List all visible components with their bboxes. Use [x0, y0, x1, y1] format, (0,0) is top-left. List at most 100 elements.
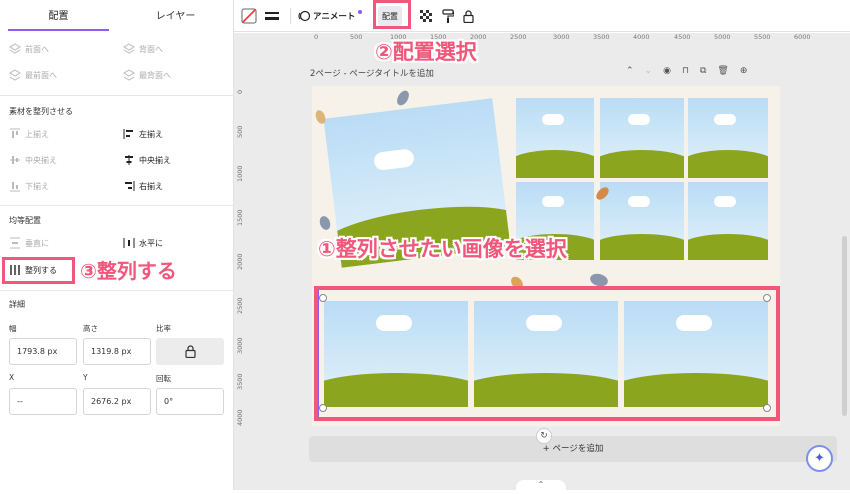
ruler-tick: 3500	[593, 33, 610, 41]
line-weight-icon	[265, 12, 279, 20]
align-top-button[interactable]: 上揃え	[9, 128, 49, 140]
ruler-tick: 3500	[236, 373, 244, 390]
ruler-tick: 500	[350, 33, 363, 41]
align-section-title: 素材を整列させる	[9, 107, 73, 116]
space-vertical-label: 垂直に	[25, 238, 49, 248]
leaf-decoration	[394, 88, 412, 108]
line-style-button[interactable]	[265, 7, 279, 25]
rotation-label: 回転	[156, 374, 171, 383]
leaf-decoration	[317, 214, 333, 232]
arrange-panel: 配置 レイヤー 前面へ 背面へ 最前面へ 最背面へ 素材を整列させる 上揃え 左…	[0, 0, 234, 490]
divider	[0, 95, 234, 96]
ruler-tick: 4000	[633, 33, 650, 41]
align-center-icon	[123, 154, 135, 166]
align-left-button[interactable]: 左揃え	[123, 128, 163, 140]
height-label: 高さ	[83, 324, 98, 333]
y-label: Y	[83, 373, 88, 382]
y-field[interactable]: 2676.2 px	[83, 388, 151, 415]
bring-to-front-button[interactable]: 最前面へ	[9, 69, 57, 81]
spacing-section-title: 均等配置	[9, 216, 41, 225]
space-vertical-button[interactable]: 垂直に	[9, 237, 49, 249]
align-middle-button[interactable]: 中央揃え	[9, 154, 57, 166]
animate-button[interactable]: アニメート	[298, 7, 363, 25]
align-bottom-button[interactable]: 下揃え	[9, 180, 49, 192]
ruler-tick: 0	[236, 89, 244, 94]
animate-icon	[298, 10, 310, 22]
align-left-icon	[123, 128, 135, 140]
notification-dot	[358, 10, 363, 14]
space-horizontal-icon	[123, 237, 135, 249]
add-page-button[interactable]: + ページを追加	[309, 436, 837, 462]
color-none-button[interactable]	[241, 7, 257, 25]
cloud-shape	[714, 114, 736, 125]
send-backward-button[interactable]: 背面へ	[123, 43, 163, 55]
x-field[interactable]: --	[9, 388, 77, 415]
ruler-tick: 5500	[754, 33, 771, 41]
align-right-button[interactable]: 右揃え	[123, 180, 163, 192]
photo-tile[interactable]	[516, 98, 594, 178]
space-horizontal-button[interactable]: 水平に	[123, 237, 163, 249]
add-page-icon[interactable]: ⊕	[740, 66, 748, 76]
magic-sparkle-icon[interactable]: ✦	[806, 445, 833, 472]
lock-icon	[184, 345, 196, 358]
eye-icon[interactable]: ◉	[663, 66, 671, 76]
grass-shape	[600, 150, 684, 178]
ratio-label: 比率	[156, 324, 171, 333]
transparency-icon	[420, 10, 432, 22]
x-label: X	[9, 373, 15, 382]
grass-shape	[516, 150, 594, 178]
arrange-highlight	[373, 0, 411, 29]
ruler-tick: 4500	[674, 33, 691, 41]
backward-icon	[123, 43, 135, 55]
ruler-tick: 1000	[236, 165, 244, 182]
page-title[interactable]: 2ページ - ページタイトルを追加	[310, 67, 434, 79]
paint-roller-button[interactable]	[442, 7, 454, 25]
ruler-tick: 500	[236, 125, 244, 138]
delete-icon[interactable]: 🗑	[717, 66, 728, 76]
rotation-field[interactable]: 0°	[156, 388, 224, 415]
active-tab-indicator	[8, 29, 109, 31]
ruler-tick: 4000	[236, 409, 244, 426]
width-field[interactable]: 1793.8 px	[9, 338, 77, 365]
align-middle-label: 中央揃え	[25, 155, 57, 165]
align-right-icon	[123, 180, 135, 192]
cloud-shape	[542, 196, 564, 207]
cloud-shape	[714, 196, 736, 207]
divider	[0, 290, 234, 291]
space-horizontal-label: 水平に	[139, 238, 163, 248]
bring-forward-button[interactable]: 前面へ	[9, 43, 49, 55]
ruler-tick: 2500	[510, 33, 527, 41]
space-vertical-icon	[9, 237, 21, 249]
cloud-shape	[542, 114, 564, 125]
ruler-tick: 3000	[553, 33, 570, 41]
lock-button[interactable]	[463, 7, 474, 25]
chevron-down-icon[interactable]: ⌄	[645, 66, 653, 76]
ruler-tick: 5000	[714, 33, 731, 41]
photo-tile[interactable]	[600, 98, 684, 178]
transparency-button[interactable]	[420, 7, 432, 25]
divider	[0, 205, 234, 206]
refresh-icon[interactable]: ↻	[536, 428, 552, 444]
ruler-tick: 2000	[236, 253, 244, 270]
duplicate-icon[interactable]: ⧉	[700, 66, 706, 76]
cloud-shape	[628, 114, 650, 125]
grass-shape	[600, 234, 684, 260]
chevron-up-icon[interactable]: ⌃	[626, 66, 634, 76]
bring-forward-label: 前面へ	[25, 44, 49, 54]
photo-tile[interactable]	[600, 182, 684, 260]
vertical-scrollbar[interactable]	[842, 236, 847, 416]
tab-layers[interactable]: レイヤー	[117, 0, 234, 34]
ruler-tick: 6000	[794, 33, 811, 41]
send-to-back-button[interactable]: 最背面へ	[123, 69, 171, 81]
align-center-button[interactable]: 中央揃え	[123, 154, 171, 166]
photo-tile[interactable]	[688, 182, 768, 260]
expand-pages-button[interactable]: ⌃	[516, 480, 566, 494]
to-back-icon	[123, 69, 135, 81]
lock-ratio-button[interactable]	[156, 338, 224, 365]
step2-callout: ②配置選択	[375, 40, 477, 64]
height-field[interactable]: 1319.8 px	[83, 338, 151, 365]
page-actions: ⌃ ⌄ ◉ ⊓ ⧉ 🗑 ⊕	[626, 66, 747, 76]
align-left-label: 左揃え	[139, 129, 163, 139]
lock-icon[interactable]: ⊓	[682, 66, 689, 76]
photo-tile[interactable]	[688, 98, 768, 178]
